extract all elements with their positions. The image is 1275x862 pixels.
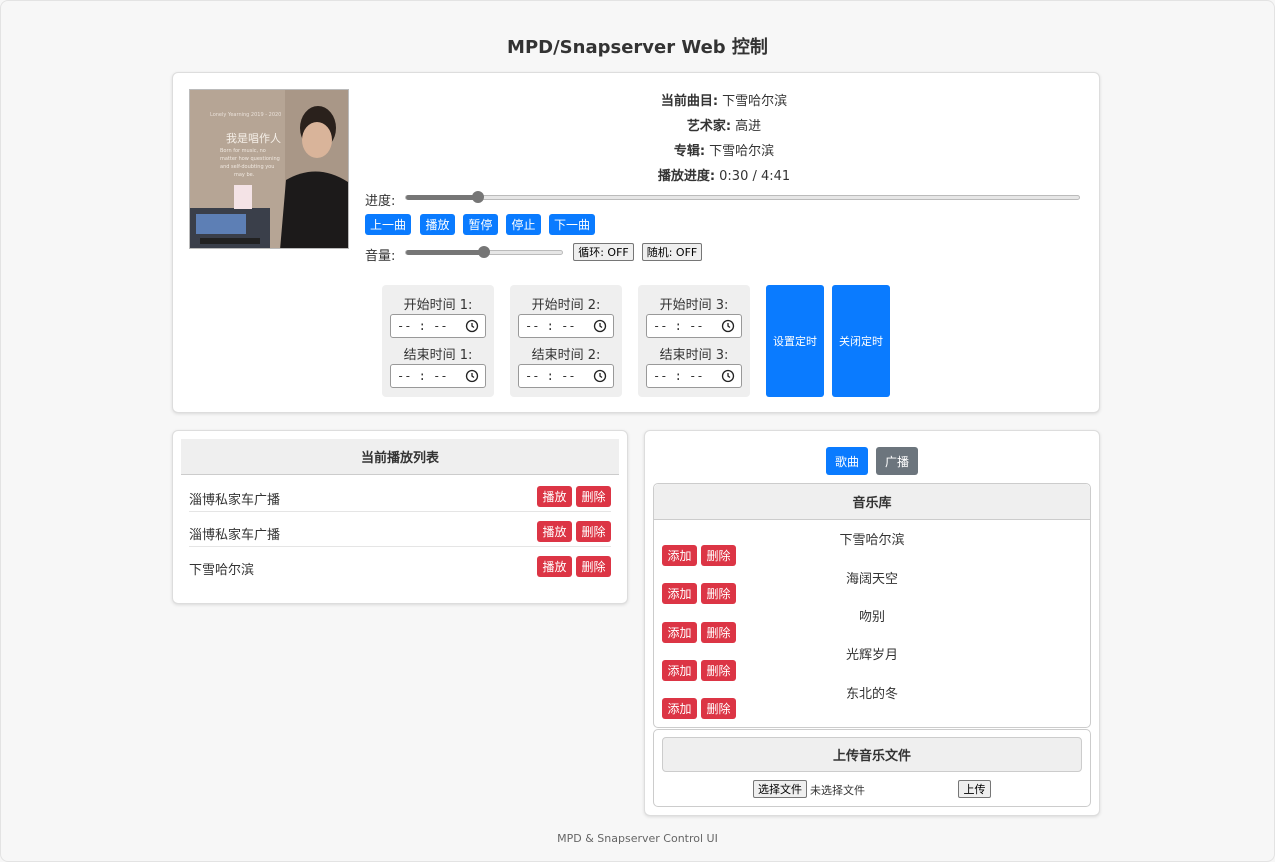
- timer-end-label: 结束时间 2:: [531, 348, 601, 363]
- timer-start-value: -- : --: [397, 319, 448, 333]
- clock-icon[interactable]: [593, 369, 607, 383]
- library-header: 音乐库: [654, 484, 1090, 520]
- library-delete-button[interactable]: 删除: [701, 698, 736, 719]
- timer-box-3: 开始时间 3: -- : -- 结束时间 3: -- : --: [638, 285, 750, 397]
- playlist-item: 淄博私家车广播: [189, 528, 281, 543]
- pause-button[interactable]: 暂停: [463, 214, 498, 235]
- album-label: 专辑:: [673, 144, 706, 159]
- timer-end-label: 结束时间 3:: [659, 348, 729, 363]
- next-button[interactable]: 下一曲: [549, 214, 595, 235]
- library-add-button[interactable]: 添加: [662, 545, 697, 566]
- random-toggle[interactable]: 随机: OFF: [642, 243, 702, 261]
- timer-start-input[interactable]: -- : --: [390, 314, 486, 338]
- progress-label: 播放进度:: [657, 169, 716, 184]
- timer-start-input[interactable]: -- : --: [518, 314, 614, 338]
- timer-end-value: -- : --: [525, 369, 576, 383]
- album-art-line1: Born for music, no: [220, 148, 266, 154]
- track-label: 当前曲目:: [660, 94, 719, 109]
- clock-icon[interactable]: [593, 319, 607, 333]
- playlist-play-button[interactable]: 播放: [537, 486, 572, 507]
- library-delete-button[interactable]: 删除: [701, 660, 736, 681]
- timer-start-value: -- : --: [525, 319, 576, 333]
- clock-icon[interactable]: [721, 369, 735, 383]
- playlist-delete-button[interactable]: 删除: [576, 556, 611, 577]
- library-delete-button[interactable]: 删除: [701, 583, 736, 604]
- album-value: 下雪哈尔滨: [709, 144, 775, 159]
- timer-end-label: 结束时间 1:: [403, 348, 473, 363]
- row-divider: [189, 511, 611, 512]
- library-add-button[interactable]: 添加: [662, 698, 697, 719]
- clock-icon[interactable]: [465, 369, 479, 383]
- timer-end-value: -- : --: [397, 369, 448, 383]
- progress-value: 0:30 / 4:41: [719, 169, 791, 184]
- album-art-tag: Lonely Yearning 2019 - 2020: [210, 112, 282, 118]
- progress-info: 播放进度: 0:30 / 4:41: [364, 165, 1084, 184]
- timer-start-label: 开始时间 2:: [531, 298, 601, 313]
- clock-icon[interactable]: [721, 319, 735, 333]
- library-add-button[interactable]: 添加: [662, 660, 697, 681]
- timer-box-2: 开始时间 2: -- : -- 结束时间 2: -- : --: [510, 285, 622, 397]
- track-info: 当前曲目: 下雪哈尔滨: [364, 90, 1084, 109]
- library-delete-button[interactable]: 删除: [701, 622, 736, 643]
- timer-start-label: 开始时间 3:: [659, 298, 729, 313]
- footer-text: MPD & Snapserver Control UI: [557, 832, 718, 845]
- artist-info: 艺术家: 高进: [364, 115, 1084, 134]
- prev-button[interactable]: 上一曲: [365, 214, 411, 235]
- playlist-play-button[interactable]: 播放: [537, 556, 572, 577]
- volume-fill: [406, 250, 484, 255]
- album-art-title: 我是唱作人: [226, 132, 281, 145]
- tab-radio[interactable]: 广播: [876, 447, 918, 475]
- album-art-line3: and self-doubting you: [220, 164, 275, 170]
- timer-start-label: 开始时间 1:: [403, 298, 473, 313]
- seek-thumb[interactable]: [472, 191, 484, 203]
- row-divider: [189, 546, 611, 547]
- library-add-button[interactable]: 添加: [662, 583, 697, 604]
- playlist-header: 当前播放列表: [181, 439, 619, 475]
- timer-end-input[interactable]: -- : --: [390, 364, 486, 388]
- album-art: Lonely Yearning 2019 - 2020 我是唱作人 Born f…: [189, 89, 349, 249]
- tab-songs[interactable]: 歌曲: [826, 447, 868, 475]
- repeat-toggle[interactable]: 循环: OFF: [573, 243, 634, 261]
- playlist-item: 下雪哈尔滨: [189, 563, 255, 578]
- artist-value: 高进: [735, 119, 762, 134]
- volume-slider[interactable]: [405, 246, 563, 258]
- timer-end-input[interactable]: -- : --: [646, 364, 742, 388]
- play-button[interactable]: 播放: [420, 214, 455, 235]
- no-file-label: 未选择文件: [810, 784, 865, 797]
- timer-box-1: 开始时间 1: -- : -- 结束时间 1: -- : --: [382, 285, 494, 397]
- timer-start-value: -- : --: [653, 319, 704, 333]
- clock-icon[interactable]: [465, 319, 479, 333]
- playlist-delete-button[interactable]: 删除: [576, 486, 611, 507]
- playlist-play-button[interactable]: 播放: [537, 521, 572, 542]
- playlist-delete-button[interactable]: 删除: [576, 521, 611, 542]
- seek-fill: [406, 195, 478, 200]
- playlist-item: 淄博私家车广播: [189, 493, 281, 508]
- volume-label: 音量:: [365, 249, 396, 264]
- library-delete-button[interactable]: 删除: [701, 545, 736, 566]
- cancel-timer-button[interactable]: 关闭定时: [832, 285, 890, 397]
- seek-label: 进度:: [365, 194, 396, 209]
- volume-thumb[interactable]: [478, 246, 490, 258]
- set-timer-button[interactable]: 设置定时: [766, 285, 824, 397]
- artist-label: 艺术家:: [686, 119, 732, 134]
- album-art-line2: matter how questioning: [220, 156, 280, 162]
- timer-start-input[interactable]: -- : --: [646, 314, 742, 338]
- timer-end-value: -- : --: [653, 369, 704, 383]
- choose-file-button[interactable]: 选择文件: [753, 780, 807, 798]
- album-info: 专辑: 下雪哈尔滨: [364, 140, 1084, 159]
- seek-slider[interactable]: [405, 191, 1080, 203]
- album-art-line4: may be.: [234, 172, 255, 178]
- library-add-button[interactable]: 添加: [662, 622, 697, 643]
- stop-button[interactable]: 停止: [506, 214, 541, 235]
- upload-header: 上传音乐文件: [662, 737, 1082, 772]
- page-title: MPD/Snapserver Web 控制: [507, 37, 768, 58]
- track-value: 下雪哈尔滨: [722, 94, 788, 109]
- timer-end-input[interactable]: -- : --: [518, 364, 614, 388]
- upload-button[interactable]: 上传: [958, 780, 991, 798]
